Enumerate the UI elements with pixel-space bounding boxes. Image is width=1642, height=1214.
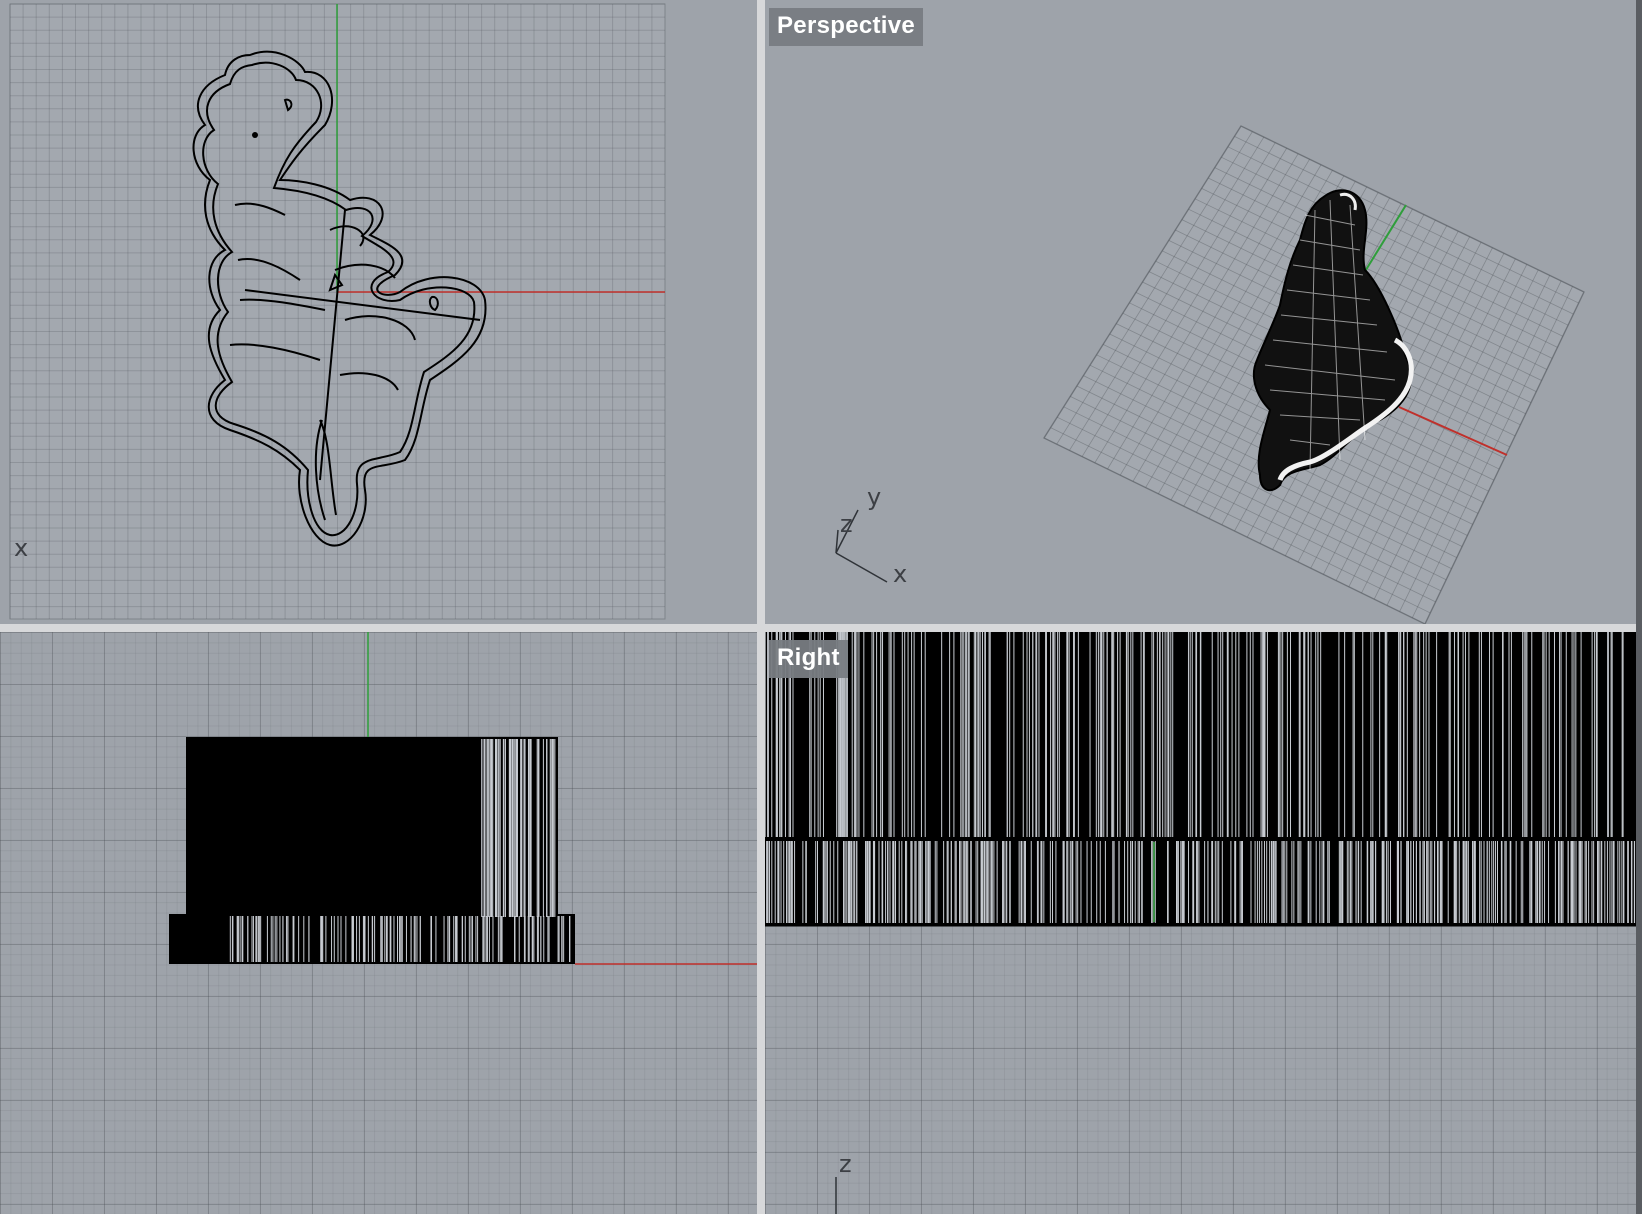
viewport-divider-vertical[interactable] — [757, 0, 765, 1214]
top-viewport[interactable]: x — [0, 0, 757, 624]
triad-y-label: y — [867, 483, 882, 511]
right-extrusion-geometry — [765, 632, 1642, 927]
right-z-label: z — [839, 1150, 852, 1178]
top-viewport-canvas — [9, 3, 666, 620]
front-extrusion-geometry — [169, 737, 575, 964]
viewport-divider-horizontal[interactable] — [0, 624, 1642, 632]
right-edge-panel — [1636, 0, 1642, 1214]
right-viewport-label[interactable]: Right — [769, 640, 848, 678]
triad-z-label: z — [840, 510, 853, 538]
triad-x-label: x — [893, 560, 908, 588]
fern-dot — [252, 132, 258, 138]
perspective-viewport-label[interactable]: Perspective — [769, 8, 924, 46]
perspective-viewport[interactable]: Perspective y z x — [765, 0, 1642, 624]
perspective-canvas — [835, 125, 1585, 624]
right-viewport[interactable]: Right z — [765, 632, 1642, 1214]
front-viewport[interactable] — [0, 632, 757, 1214]
front-viewport-canvas — [169, 632, 757, 965]
x-axis-label: x — [14, 534, 29, 562]
right-viewport-canvas — [765, 632, 1642, 1214]
